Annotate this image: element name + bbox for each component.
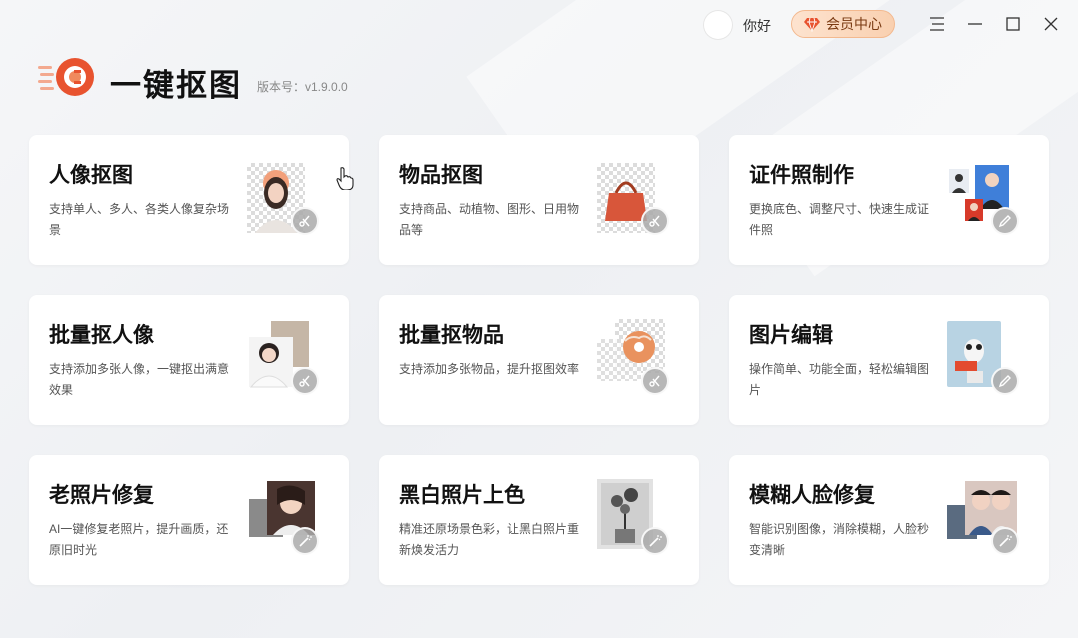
pencil-icon	[998, 375, 1011, 388]
avatar[interactable]	[703, 10, 733, 40]
card-title: 证件照制作	[749, 164, 854, 187]
scissors-icon	[649, 215, 660, 227]
card-description: 精准还原场景色彩，让黑白照片重新焕发活力	[399, 522, 580, 557]
card-blur-face-restore[interactable]: 模糊人脸修复 智能识别图像，消除模糊，人脸秒变清晰	[729, 455, 1049, 585]
scissors-badge	[641, 367, 669, 395]
scissors-badge	[641, 207, 669, 235]
version-label: 版本号：v1.9.0.0	[257, 78, 348, 95]
card-description: 支持商品、动植物、图形、日用物品等	[399, 202, 580, 237]
magic-wand-badge	[641, 527, 669, 555]
scissors-icon	[299, 375, 310, 387]
card-description: 支持添加多张人像，一键抠出满意效果	[49, 362, 230, 397]
vip-center-button[interactable]: 会员中心	[791, 10, 895, 38]
magic-wand-icon	[999, 535, 1012, 547]
scissors-badge	[291, 367, 319, 395]
card-title: 图片编辑	[749, 324, 833, 347]
maximize-icon	[1006, 17, 1020, 31]
scissors-icon	[649, 375, 660, 387]
card-description: 智能识别图像，消除模糊，人脸秒变清晰	[749, 522, 930, 557]
card-title: 模糊人脸修复	[749, 484, 875, 507]
diamond-icon	[804, 17, 820, 32]
magic-wand-badge	[991, 527, 1019, 555]
scissors-badge	[291, 207, 319, 235]
app-logo-icon	[38, 58, 94, 96]
card-title: 批量抠物品	[399, 324, 504, 347]
card-description: AI一键修复老照片，提升画质，还原旧时光	[49, 522, 229, 557]
card-portrait-cutout[interactable]: 人像抠图 支持单人、多人、各类人像复杂场景	[29, 135, 349, 265]
pencil-badge	[991, 367, 1019, 395]
minimize-icon	[968, 23, 982, 25]
scissors-icon	[299, 215, 310, 227]
magic-wand-icon	[299, 535, 312, 547]
version-text: 版本号：v1.9.0.0	[257, 80, 348, 94]
menu-icon	[930, 17, 944, 31]
card-colorize-bw[interactable]: 黑白照片上色 精准还原场景色彩，让黑白照片重新焕发活力	[379, 455, 699, 585]
pencil-badge	[991, 207, 1019, 235]
card-old-photo-restore[interactable]: 老照片修复 AI一键修复老照片，提升画质，还原旧时光	[29, 455, 349, 585]
card-image-edit[interactable]: 图片编辑 操作简单、功能全面，轻松编辑图片	[729, 295, 1049, 425]
card-batch-object[interactable]: 批量抠物品 支持添加多张物品，提升抠图效率	[379, 295, 699, 425]
app-name: 一键抠图	[110, 68, 242, 103]
title-bar: 你好 会员中心	[0, 0, 1078, 48]
card-title: 黑白照片上色	[399, 484, 525, 507]
card-title: 老照片修复	[49, 484, 154, 507]
card-description: 支持单人、多人、各类人像复杂场景	[49, 202, 230, 237]
maximize-button[interactable]	[1001, 12, 1025, 36]
card-title: 物品抠图	[399, 164, 483, 187]
hand-cursor-icon	[336, 167, 354, 190]
magic-wand-icon	[649, 535, 662, 547]
card-description: 更换底色、调整尺寸、快速生成证件照	[749, 202, 930, 237]
card-description: 支持添加多张物品，提升抠图效率	[399, 362, 580, 376]
close-icon	[1044, 17, 1058, 31]
menu-button[interactable]	[925, 12, 949, 36]
vip-center-label: 会员中心	[826, 16, 882, 32]
close-button[interactable]	[1039, 12, 1063, 36]
card-title: 批量抠人像	[49, 324, 154, 347]
card-object-cutout[interactable]: 物品抠图 支持商品、动植物、图形、日用物品等	[379, 135, 699, 265]
card-batch-portrait[interactable]: 批量抠人像 支持添加多张人像，一键抠出满意效果	[29, 295, 349, 425]
minimize-button[interactable]	[963, 12, 987, 36]
card-description: 操作简单、功能全面，轻松编辑图片	[749, 362, 930, 397]
magic-wand-badge	[291, 527, 319, 555]
card-title: 人像抠图	[49, 164, 133, 187]
greeting-text[interactable]: 你好	[743, 16, 771, 36]
pencil-icon	[998, 215, 1011, 228]
card-id-photo[interactable]: 证件照制作 更换底色、调整尺寸、快速生成证件照	[729, 135, 1049, 265]
